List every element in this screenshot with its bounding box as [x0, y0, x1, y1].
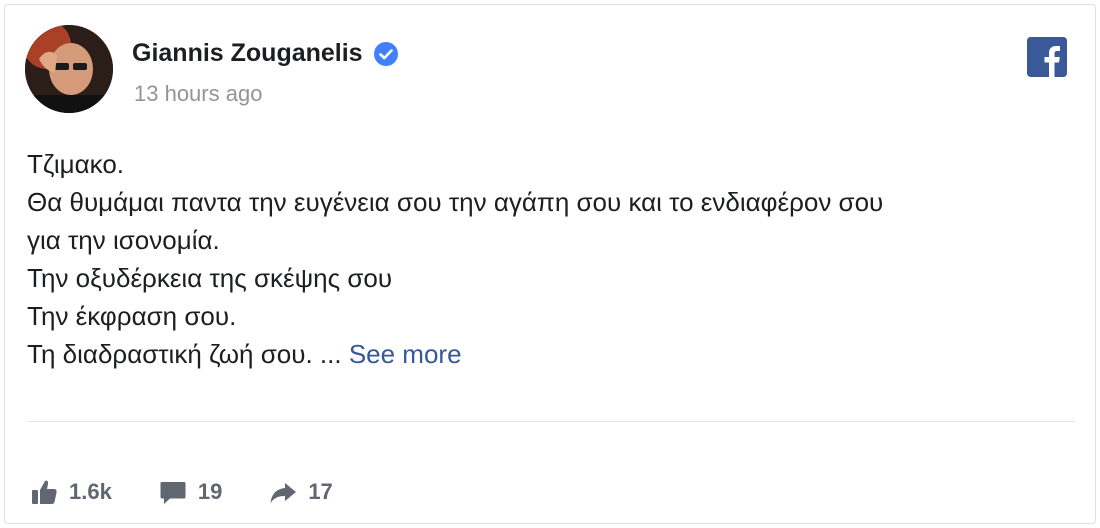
post-line: Θα θυμάμαι παντα την ευγένεια σου την αγ…	[27, 187, 884, 217]
post-line: για την ισονομία.	[27, 225, 220, 255]
avatar[interactable]	[25, 25, 113, 113]
facebook-post-card: Giannis Zouganelis 13 hours ago Τζιμακο.…	[4, 4, 1096, 524]
post-actions-bar: 1.6k 19 17	[29, 477, 379, 507]
facebook-logo-icon[interactable]	[1027, 37, 1067, 77]
share-count: 17	[308, 479, 333, 504]
post-text: Τζιμακο. Θα θυμάμαι παντα την ευγένεια σ…	[27, 145, 1077, 373]
avatar-photo	[25, 25, 113, 113]
verified-badge-icon	[373, 41, 399, 67]
post-timestamp[interactable]: 13 hours ago	[134, 81, 262, 107]
post-line: Την έκφραση σου.	[27, 301, 237, 331]
post-line: Τζιμακο.	[27, 149, 125, 179]
post-line-last: Τη διαδραστική ζωή σου. ... See more	[27, 335, 1077, 373]
see-more-link[interactable]: See more	[349, 339, 462, 369]
comment-icon	[160, 482, 186, 504]
comment-button[interactable]: 19	[158, 477, 222, 507]
post-line: Την οξυδέρκεια της σκέψης σου	[27, 263, 393, 293]
share-button[interactable]: 17	[268, 477, 333, 507]
comment-count: 19	[197, 479, 223, 504]
divider	[27, 421, 1075, 422]
like-icon	[32, 480, 57, 504]
like-count: 1.6k	[69, 479, 112, 504]
author-row: Giannis Zouganelis	[132, 39, 399, 68]
author-name[interactable]: Giannis Zouganelis	[132, 39, 363, 68]
like-button[interactable]: 1.6k	[29, 477, 112, 507]
post-line-text: Τη διαδραστική ζωή σου. ...	[27, 339, 342, 369]
share-icon	[270, 483, 297, 503]
